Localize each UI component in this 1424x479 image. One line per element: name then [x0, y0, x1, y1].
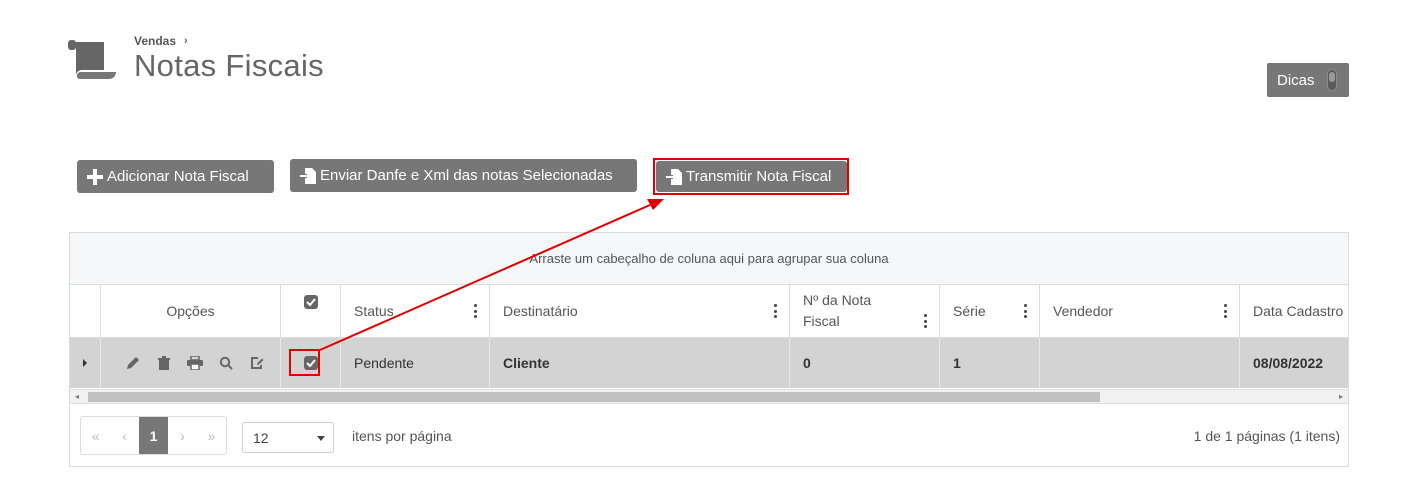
column-menu-icon[interactable] — [773, 304, 777, 318]
chevron-down-icon — [317, 436, 325, 441]
header-data-cadastro-label: Data Cadastro — [1253, 302, 1344, 319]
send-danfe-xml-label: Enviar Danfe e Xml das notas Selecionada… — [320, 167, 613, 184]
group-hint: Arraste um cabeçalho de coluna aqui para… — [529, 251, 889, 266]
cell-serie-value: 1 — [953, 355, 961, 371]
header-numero[interactable]: Nº da Nota Fiscal — [790, 285, 940, 337]
header-destinatario[interactable]: Destinatário — [490, 285, 790, 337]
horizontal-scrollbar[interactable]: ◂ ▸ — [70, 389, 1348, 404]
header-data-cadastro[interactable]: Data Cadastro — [1240, 285, 1348, 337]
header-vendedor-label: Vendedor — [1053, 302, 1113, 319]
page: Vendas › Notas Fiscais Dicas Adicionar N… — [0, 0, 1424, 479]
last-page-button[interactable]: » — [197, 417, 226, 454]
expand-arrow-icon[interactable] — [81, 358, 89, 368]
transmit-nota-fiscal-label: Transmitir Nota Fiscal — [686, 168, 832, 185]
breadcrumb: Vendas › — [134, 34, 188, 48]
row-select-cell — [281, 338, 341, 388]
page-size-label: itens por página — [352, 428, 452, 444]
toggle-icon — [1326, 69, 1337, 91]
cell-numero: 0 — [790, 338, 940, 388]
cell-destinatario-value: Cliente — [503, 355, 550, 371]
add-nota-fiscal-button[interactable]: Adicionar Nota Fiscal — [77, 160, 274, 193]
file-export-icon — [300, 167, 316, 184]
edit-icon[interactable] — [117, 356, 148, 370]
dicas-button[interactable]: Dicas — [1267, 63, 1349, 97]
row-select-checkbox[interactable] — [303, 356, 318, 370]
column-menu-icon[interactable] — [1023, 304, 1027, 318]
grid-header-row: Opções Status Destinatário Nº da Nota Fi… — [70, 285, 1348, 338]
breadcrumb-separator: › — [184, 35, 188, 47]
pager-info: 1 de 1 páginas (1 itens) — [1193, 428, 1340, 444]
table-row[interactable]: Pendente Cliente 0 1 08/08/2022 — [70, 338, 1348, 388]
add-nota-fiscal-label: Adicionar Nota Fiscal — [107, 168, 249, 185]
cell-serie: 1 — [940, 338, 1040, 388]
cell-vendedor — [1040, 338, 1240, 388]
first-page-button[interactable]: « — [81, 417, 110, 454]
header-opcoes-label: Opções — [166, 303, 215, 319]
search-icon[interactable] — [210, 356, 241, 370]
header-serie-label: Série — [953, 302, 986, 319]
cell-data-cadastro-value: 08/08/2022 — [1253, 355, 1324, 371]
column-menu-icon[interactable] — [473, 304, 477, 318]
page-1-button[interactable]: 1 — [139, 417, 168, 454]
print-icon[interactable] — [179, 356, 210, 370]
trash-icon[interactable] — [148, 356, 179, 370]
next-page-button[interactable]: › — [168, 417, 197, 454]
header-opcoes: Opções — [101, 285, 281, 337]
cell-status: Pendente — [341, 338, 490, 388]
cell-data-cadastro: 08/08/2022 — [1240, 338, 1348, 388]
prev-page-button[interactable]: ‹ — [110, 417, 139, 454]
plus-icon — [87, 168, 103, 185]
header-status[interactable]: Status — [341, 285, 490, 337]
file-edit-icon[interactable] — [241, 356, 272, 370]
expand-header-cell — [70, 285, 101, 337]
scroll-icon — [68, 40, 116, 79]
transmit-nota-fiscal-button[interactable]: Transmitir Nota Fiscal — [656, 161, 847, 192]
scrollbar-thumb[interactable] — [88, 392, 1100, 402]
pager: « ‹ 1 › » — [80, 416, 227, 455]
page-size-value: 12 — [253, 429, 269, 446]
page-title: Notas Fiscais — [134, 48, 324, 83]
send-danfe-xml-button[interactable]: Enviar Danfe e Xml das notas Selecionada… — [290, 159, 637, 192]
select-all-checkbox[interactable] — [303, 295, 318, 309]
cell-destinatario: Cliente — [490, 338, 790, 388]
header-serie[interactable]: Série — [940, 285, 1040, 337]
column-menu-icon[interactable] — [1223, 304, 1227, 318]
column-menu-icon[interactable] — [923, 314, 927, 328]
check-icon — [305, 359, 316, 368]
row-actions-cell — [101, 338, 281, 388]
header-destinatario-label: Destinatário — [503, 302, 578, 319]
header-status-label: Status — [354, 302, 394, 319]
check-icon — [305, 298, 316, 307]
cell-status-value: Pendente — [354, 355, 414, 371]
header-select-all — [281, 285, 341, 337]
file-export-icon — [666, 168, 682, 185]
scroll-right-icon[interactable]: ▸ — [1337, 393, 1345, 401]
notas-grid: Arraste um cabeçalho de coluna aqui para… — [69, 232, 1349, 467]
header-vendedor[interactable]: Vendedor — [1040, 285, 1240, 337]
breadcrumb-vendas[interactable]: Vendas — [134, 34, 176, 48]
group-panel[interactable]: Arraste um cabeçalho de coluna aqui para… — [70, 233, 1348, 285]
cell-numero-value: 0 — [803, 355, 811, 371]
expand-row-cell[interactable] — [70, 338, 101, 388]
page-size-select[interactable]: 12 — [242, 422, 334, 453]
dicas-label: Dicas — [1277, 71, 1315, 89]
scroll-left-icon[interactable]: ◂ — [73, 393, 81, 401]
header-numero-label: Nº da Nota Fiscal — [803, 292, 872, 329]
